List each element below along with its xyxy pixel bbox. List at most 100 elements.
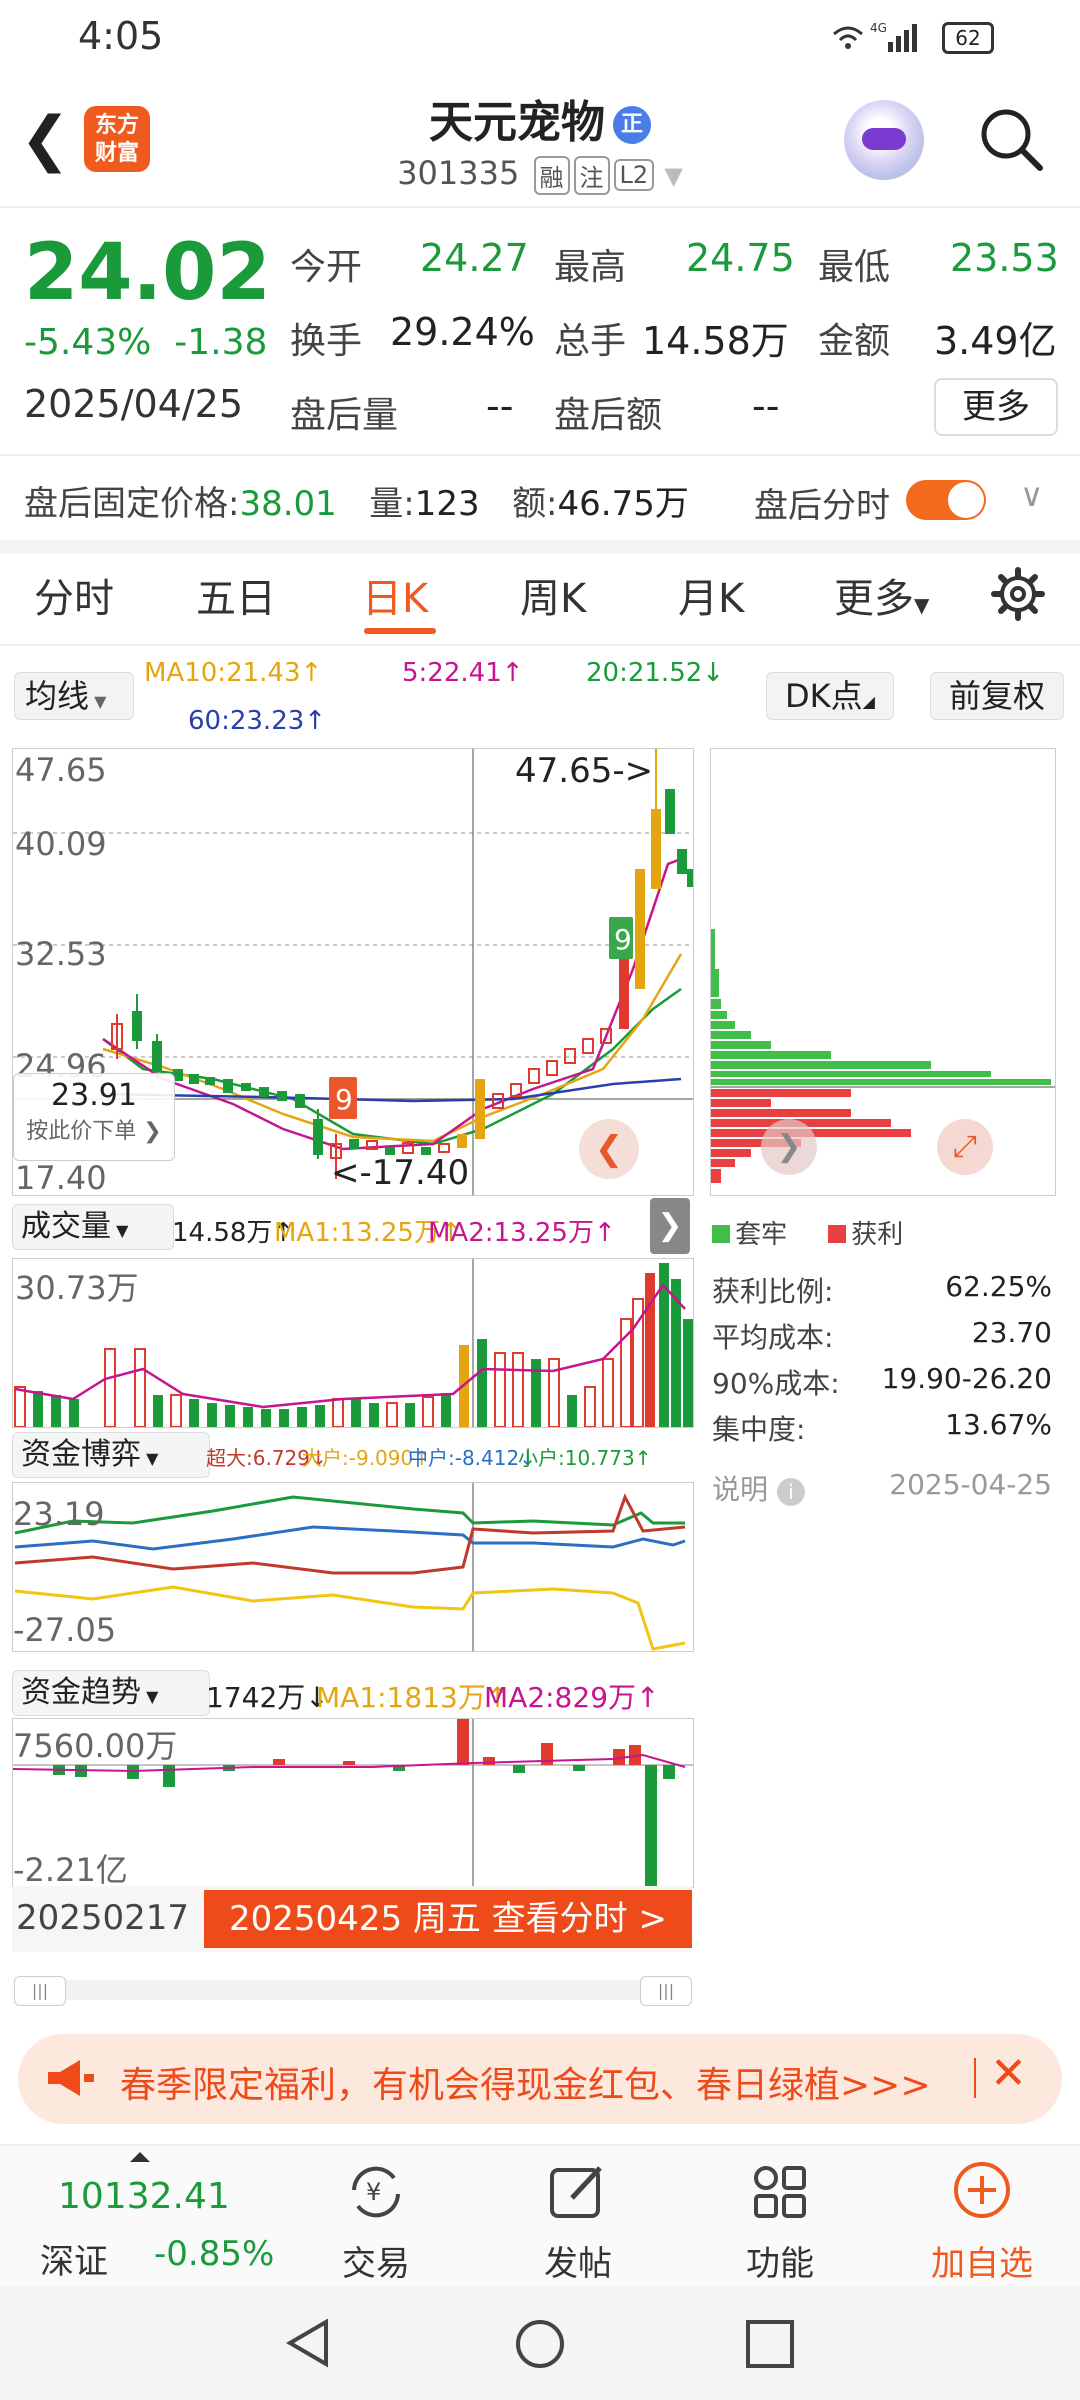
candlesticks (111, 749, 693, 1179)
volume-ma2: MA2:13.25万↑ (428, 1218, 616, 1248)
close-icon[interactable]: ✕ (990, 2048, 1027, 2099)
cost90-value: 19.90-26.20 (881, 1362, 1052, 1395)
ma-select[interactable]: 均线 ▼ (14, 672, 134, 720)
nav-home-icon[interactable] (512, 2316, 568, 2372)
note-link[interactable]: 说明 i (712, 1468, 805, 1508)
change-pct: -5.43% (24, 322, 152, 363)
search-icon[interactable] (976, 104, 1046, 174)
nav-recents-icon[interactable] (744, 2318, 796, 2370)
tab-daily-k[interactable]: 日K (362, 566, 428, 624)
tag-registration: 注 (573, 155, 610, 195)
quote-date: 2025/04/25 (24, 382, 244, 426)
amount-value: 3.49亿 (934, 319, 1057, 363)
turnover-label: 换手 (290, 321, 363, 362)
volume-select[interactable]: 成交量 ▼ (12, 1204, 174, 1250)
fund-trend-select[interactable]: 资金趋势 ▼ (12, 1670, 210, 1716)
nav-back-icon[interactable] (282, 2316, 336, 2370)
post-icon[interactable] (546, 2160, 610, 2224)
kline-panel[interactable]: 9 9 47.65 40.09 32.53 24.96 17.40 47.65-… (12, 748, 694, 1197)
after-hours-row: 盘后固定价格:38.01 量:123 额:46.75万 (24, 476, 689, 525)
after-amount-value: -- (752, 384, 780, 428)
more-button[interactable]: 更多 (934, 378, 1058, 436)
caret-down-icon: ▼ (914, 593, 930, 617)
divider (0, 454, 1080, 456)
fund-trend-panel[interactable]: 7560.00万 -2.21亿 (12, 1718, 694, 1889)
super-line (14, 1493, 686, 1575)
fund-trend-select-label: 资金趋势 (21, 1675, 141, 1710)
mid-value: 中户:-8.412↓ (408, 1446, 536, 1470)
stock-code: 301335 (397, 154, 520, 192)
concentration-value: 13.67% (945, 1408, 1052, 1441)
volume-label: 总手 (554, 321, 627, 362)
amount-label: 金额 (818, 321, 891, 362)
crosshair-price-tag[interactable]: 23.91 按此价下单 ❯ (13, 1073, 175, 1161)
index-value[interactable]: 10132.41 (58, 2176, 230, 2217)
chip-distribution-panel[interactable]: ❯ ⤢ (710, 748, 1056, 1196)
tab-weekly-k[interactable]: 周K (520, 566, 586, 624)
stock-name-text: 天元宠物 (429, 97, 605, 148)
volume-panel[interactable]: 30.73万 (12, 1258, 694, 1428)
promo-text[interactable]: 春季限定福利，有机会得现金红包、春日绿植>>> (120, 2056, 931, 2108)
range-handle-left[interactable]: ||| (14, 1976, 66, 2006)
caret-down-icon: ▼ (141, 1687, 159, 1706)
nav-trade[interactable]: 交易 (306, 2236, 446, 2285)
fixed-price-label: 盘后固定价格: (24, 484, 240, 524)
chevron-left-icon[interactable]: ❮ (579, 1119, 639, 1179)
expand-icon[interactable]: ⤢ (937, 1119, 993, 1175)
after-amt-value: 46.75万 (557, 484, 689, 524)
index-change[interactable]: -0.85% (154, 2234, 274, 2274)
caret-down-icon: ▼ (89, 692, 107, 711)
ma60-legend: 60:23.23↑ (188, 706, 327, 736)
active-tab-indicator (364, 628, 436, 634)
after-intraday-label: 盘后分时 (754, 486, 890, 526)
status-bar: 4:05 4G 62 (0, 0, 1080, 70)
tab-five-day[interactable]: 五日 (196, 566, 276, 624)
nav-post[interactable]: 发帖 (508, 2236, 648, 2285)
volume-value: 14.58万 (642, 319, 789, 363)
profit-ratio-label: 获利比例: (712, 1275, 834, 1308)
assistant-avatar[interactable] (844, 100, 924, 180)
min-price-marker: <-17.40 (331, 1153, 470, 1193)
view-intraday-button[interactable]: 20250425 周五 查看分时 > (204, 1890, 692, 1948)
fund-trend-ma1: MA1:1813万↑ (316, 1681, 510, 1714)
range-scrollbar[interactable] (14, 1980, 690, 2000)
last-price: 24.02 (24, 228, 271, 318)
fund-game-select[interactable]: 资金博弈 ▼ (12, 1432, 210, 1478)
tab-intraday[interactable]: 分时 (34, 566, 114, 624)
range-handle-right[interactable]: ||| (640, 1976, 692, 2006)
profit-swatch (828, 1225, 847, 1243)
index-name[interactable]: 深证 (40, 2234, 108, 2283)
caret-down-icon: ▼ (141, 1449, 159, 1468)
crosshair-price: 23.91 (51, 1078, 137, 1113)
battery-icon: 62 (942, 22, 994, 54)
chevron-right-icon[interactable]: ❯ (650, 1198, 690, 1254)
chevron-down-icon[interactable]: ∨ (1020, 476, 1043, 514)
tab-more[interactable]: 更多▼ (834, 566, 929, 624)
tab-monthly-k[interactable]: 月K (678, 566, 744, 624)
nav-functions[interactable]: 功能 (710, 2236, 850, 2285)
high-label: 最高 (554, 247, 627, 288)
ma-select-label: 均线 (25, 677, 90, 715)
profit-ratio-value: 62.25% (945, 1270, 1052, 1303)
y-label: 17.40 (15, 1159, 107, 1197)
max-price-marker: 47.65-> (515, 751, 654, 791)
gear-icon[interactable] (990, 566, 1046, 622)
chevron-right-icon[interactable]: ❯ (761, 1119, 817, 1175)
dk-point-button[interactable]: DK点◢ (766, 672, 894, 720)
price-change: -5.43% -1.38 (24, 322, 267, 363)
trade-icon[interactable]: ¥ (344, 2160, 408, 2224)
grid-icon[interactable] (748, 2160, 812, 2224)
after-intraday-toggle[interactable] (906, 480, 986, 520)
low-label: 最低 (818, 247, 891, 288)
profit-label: 获利 (851, 1220, 904, 1250)
chevron-down-icon[interactable]: ▼ (664, 162, 682, 190)
nav-add-watchlist[interactable]: 加自选 (912, 2236, 1052, 2285)
adjust-button[interactable]: 前复权 (930, 672, 1064, 720)
after-qty-value: 123 (414, 484, 480, 524)
fund-game-panel[interactable]: 23.19 -27.05 (12, 1482, 694, 1652)
fund-trend-y-bottom: -2.21亿 (13, 1851, 128, 1889)
add-watchlist-icon[interactable] (950, 2158, 1014, 2222)
ma10-legend: MA10:21.43↑ (144, 658, 323, 688)
after-qty-label: 量: (369, 484, 415, 524)
megaphone-icon (48, 2060, 94, 2096)
